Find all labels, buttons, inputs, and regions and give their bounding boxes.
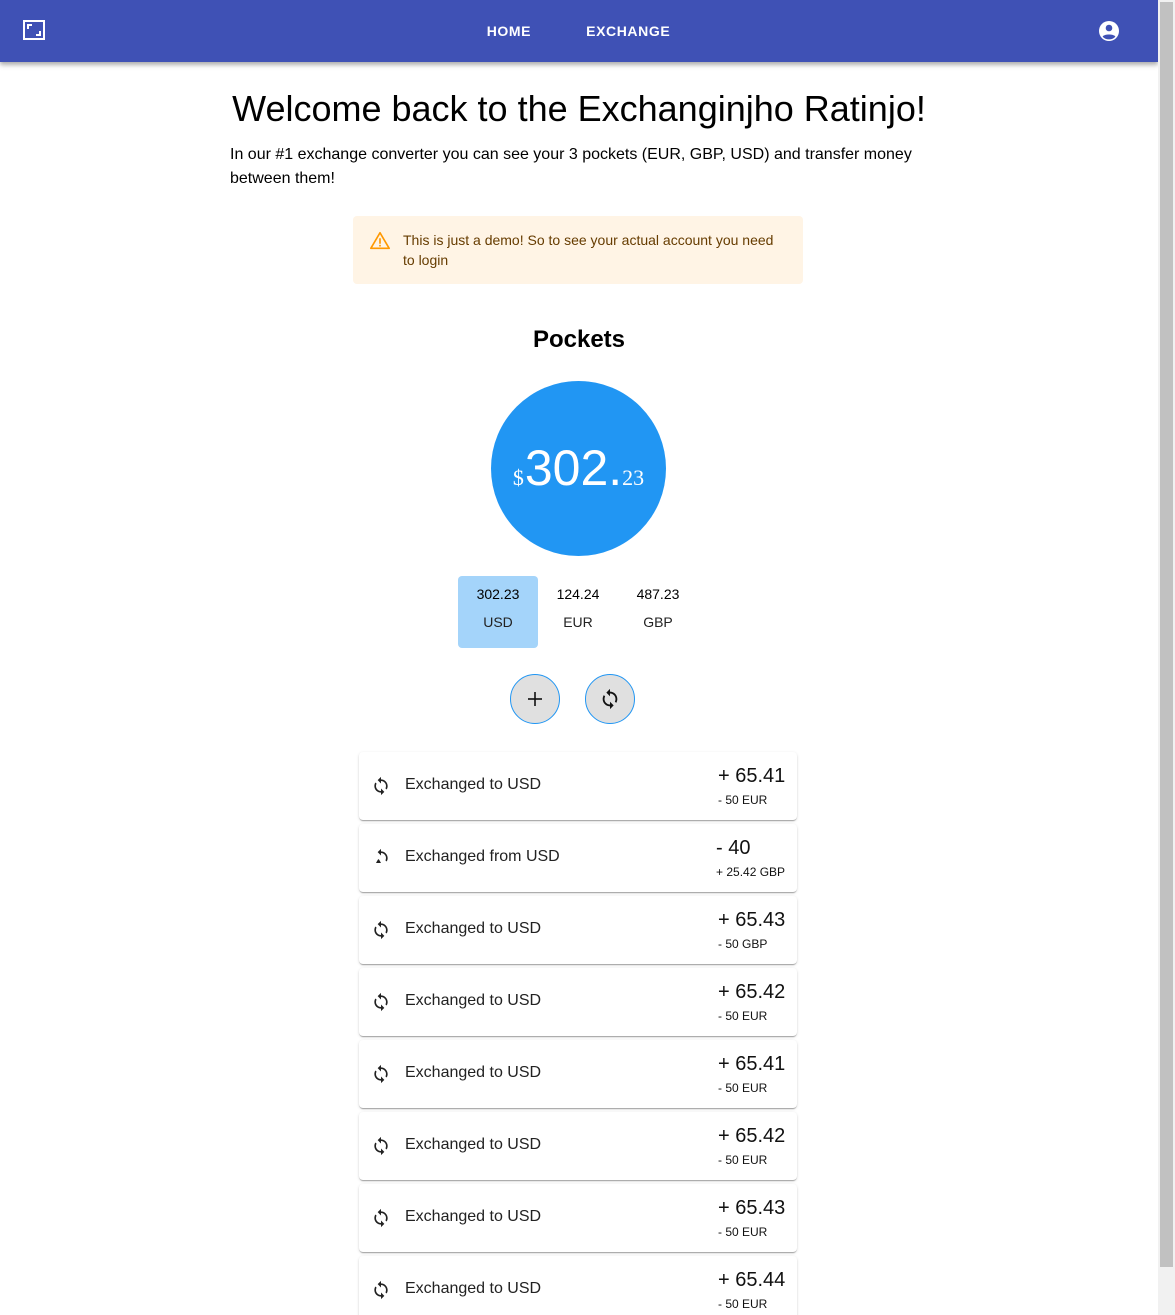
add-money-button[interactable] [510, 674, 560, 724]
transaction-source-amount: - 50 EUR [718, 793, 768, 807]
page-title: Welcome back to the Exchanginjho Ratinjo… [232, 88, 926, 129]
transaction-item[interactable]: Exchanged to USD + 65.43 - 50 EUR [359, 1184, 797, 1252]
main-nav: HOME EXCHANGE [0, 0, 1158, 62]
transaction-label: Exchanged to USD [405, 776, 542, 793]
exchange-icon [374, 1280, 388, 1300]
scrollbar-thumb[interactable] [1160, 2, 1173, 1267]
demo-warning-alert: This is just a demo! So to see your actu… [353, 216, 803, 284]
exchange-icon [374, 1208, 388, 1228]
balance-decimal: 23 [622, 465, 645, 490]
exchange-button[interactable] [585, 674, 635, 724]
transaction-item[interactable]: Exchanged to USD + 65.42 - 50 EUR [359, 1112, 797, 1180]
balance-display: $ 302. 23 [491, 381, 666, 556]
warning-icon [370, 231, 390, 250]
transaction-item[interactable]: Exchanged to USD + 65.41 - 50 EUR [359, 752, 797, 820]
exchange-icon [374, 1136, 388, 1156]
transaction-item[interactable]: Exchanged to USD + 65.43 - 50 GBP [359, 896, 797, 964]
pocket-code: USD [483, 614, 513, 630]
transaction-label: Exchanged to USD [405, 1136, 542, 1153]
balance-currency-symbol: $ [512, 465, 524, 490]
transaction-source-amount: - 50 EUR [718, 1225, 768, 1239]
exchange-icon [602, 688, 618, 710]
exchange-icon [374, 992, 388, 1012]
page-viewport: HOME EXCHANGE Welcome back to the Exchan… [0, 0, 1158, 1315]
exchange-icon [376, 848, 388, 863]
exchange-icon [374, 920, 388, 940]
pocket-amount: 124.24 [556, 586, 600, 602]
transaction-amount: + 65.44 [718, 1269, 786, 1291]
transaction-source-amount: - 50 GBP [718, 937, 768, 951]
alert-message: This is just a demo! So to see your actu… [403, 232, 774, 268]
transaction-label: Exchanged to USD [405, 1208, 542, 1225]
transaction-label: Exchanged to USD [405, 920, 542, 937]
transaction-amount: + 65.42 [718, 981, 786, 1003]
transaction-list: Exchanged to USD + 65.41 - 50 EUR Exchan… [359, 752, 797, 1315]
transaction-amount: - 40 [716, 837, 751, 859]
transaction-source-amount: - 50 EUR [718, 1297, 768, 1311]
transaction-amount: + 65.43 [718, 1197, 786, 1219]
app-bar: HOME EXCHANGE [0, 0, 1158, 62]
transaction-source-amount: - 50 EUR [718, 1081, 768, 1095]
pocket-amount: 487.23 [636, 586, 680, 602]
transaction-amount: + 65.42 [718, 1125, 786, 1147]
page-subtitle: In our #1 exchange converter you can see… [230, 146, 912, 187]
pocket-code: EUR [563, 614, 593, 630]
nav-exchange-link[interactable]: EXCHANGE [558, 15, 698, 47]
transaction-amount: + 65.43 [718, 909, 786, 931]
transaction-item[interactable]: Exchanged to USD + 65.44 - 50 EUR [359, 1256, 797, 1315]
transaction-label: Exchanged from USD [405, 848, 560, 865]
pocket-tab-eur[interactable]: 124.24 EUR [538, 576, 618, 648]
transaction-label: Exchanged to USD [405, 1280, 542, 1297]
transaction-amount: + 65.41 [718, 1053, 786, 1075]
transaction-label: Exchanged to USD [405, 992, 542, 1009]
transaction-label: Exchanged to USD [405, 1064, 542, 1081]
pocket-tab-gbp[interactable]: 487.23 GBP [618, 576, 698, 648]
exchange-icon [374, 1064, 388, 1084]
exchange-icon [374, 776, 388, 796]
currency-tabs: 302.23 USD 124.24 EUR 487.23 GBP [458, 576, 698, 648]
plus-icon [528, 692, 542, 706]
transaction-item[interactable]: Exchanged to USD + 65.41 - 50 EUR [359, 1040, 797, 1108]
pocket-tab-usd[interactable]: 302.23 USD [458, 576, 538, 648]
pockets-heading: Pockets [532, 326, 626, 353]
transaction-source-amount: - 50 EUR [718, 1153, 768, 1167]
transaction-item[interactable]: Exchanged to USD + 65.42 - 50 EUR [359, 968, 797, 1036]
account-circle-icon[interactable] [1097, 19, 1121, 43]
vertical-scrollbar[interactable] [1158, 0, 1175, 1315]
transaction-amount: + 65.41 [718, 765, 786, 787]
balance-integer: 302. [524, 440, 623, 496]
transaction-source-amount: + 25.42 GBP [716, 865, 786, 879]
nav-home-link[interactable]: HOME [459, 15, 559, 47]
transaction-item[interactable]: Exchanged from USD - 40 + 25.42 GBP [359, 824, 797, 892]
pocket-code: GBP [643, 614, 673, 630]
transaction-source-amount: - 50 EUR [718, 1009, 768, 1023]
pocket-amount: 302.23 [476, 586, 520, 602]
